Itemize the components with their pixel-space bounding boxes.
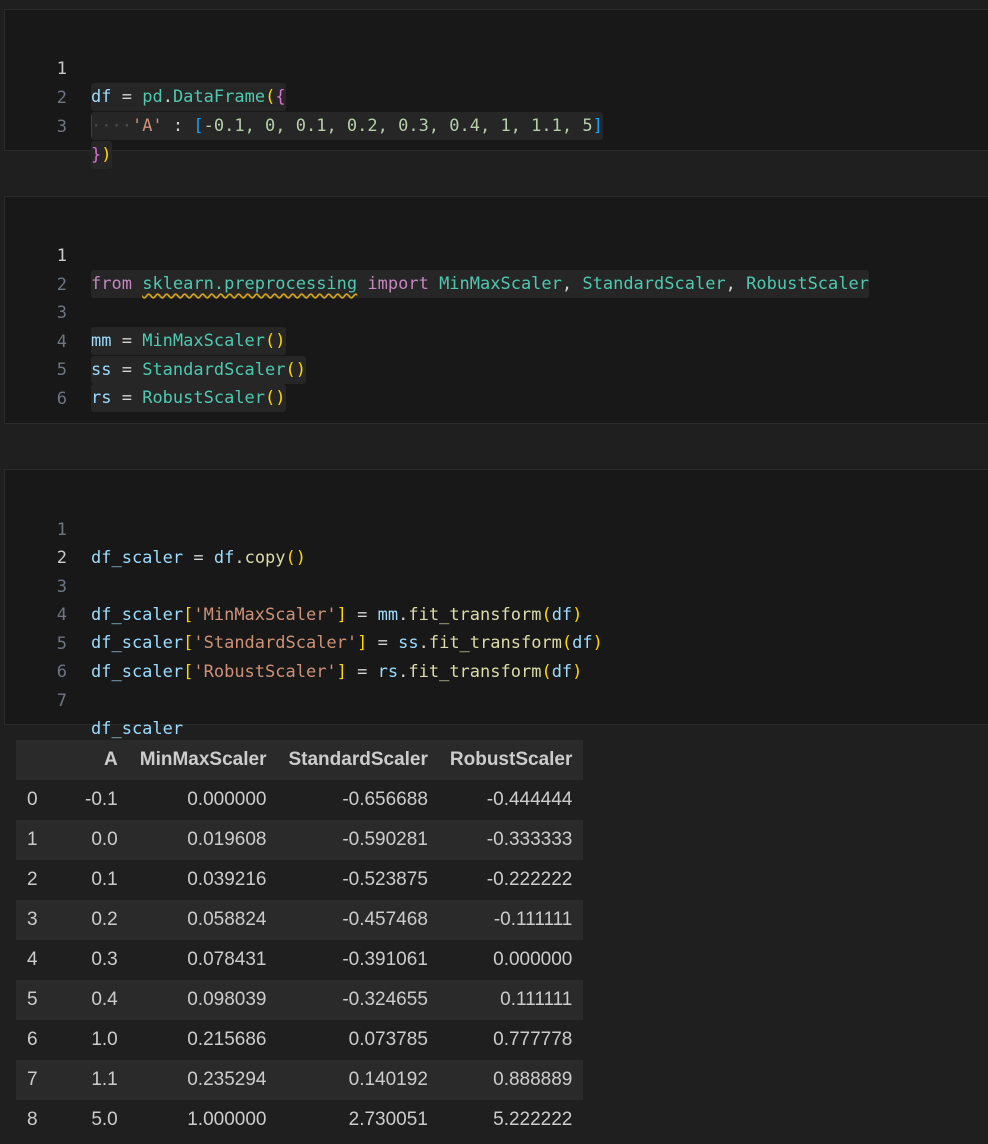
table-cell: -0.523875 (342, 869, 428, 890)
table-cell: 0.888889 (493, 1069, 573, 1090)
table-cell: 0.111111 (500, 989, 573, 1010)
table-cell: 0.0 (91, 829, 118, 850)
table-row: 6 1.0 0.215686 0.073785 0.777778 (16, 1020, 584, 1060)
table-cell: 1.0 (91, 1029, 118, 1050)
table-row: 5 0.4 0.098039 -0.324655 0.111111 (16, 980, 584, 1020)
table-cell: 0.098039 (187, 989, 267, 1010)
table-row: 7 1.1 0.235294 0.140192 0.888889 (16, 1060, 584, 1100)
table-cell: 0.215686 (187, 1029, 267, 1050)
code-line: 5 rs = RobustScaler() (5, 328, 286, 412)
table-cell: -0.457468 (342, 909, 428, 930)
table-cell: 1.000000 (187, 1109, 267, 1130)
code-cell-1[interactable]: 1 df = pd.DataFrame({ 2 ····'A' : [-0.1,… (4, 9, 988, 169)
code-line: 5 df_scaler['RobustScaler'] = rs.fit_tra… (5, 602, 583, 682)
table-cell: 0.000000 (493, 949, 573, 970)
table-row: 8 5.0 1.000000 2.730051 5.222222 (16, 1100, 584, 1140)
table-cell: 0.2 (91, 909, 118, 930)
row-index: 4 (27, 949, 38, 970)
code-line: 4 df_scaler['StandardScaler'] = ss.fit_t… (5, 573, 603, 653)
code-line: 1 df = pd.DataFrame({ (5, 27, 286, 111)
dataframe-output: A MinMaxScaler StandardScaler RobustScal… (16, 740, 584, 1140)
table-cell: 0.078431 (187, 949, 267, 970)
table-cell: 0.039216 (187, 869, 267, 890)
row-index: 0 (27, 789, 38, 810)
code-line: 1 df_scaler = df.copy() (5, 488, 306, 568)
row-index: 3 (27, 909, 38, 930)
table-cell: 0.3 (91, 949, 118, 970)
table-row: 2 0.1 0.039216 -0.523875 -0.222222 (16, 860, 584, 900)
line-number: 7 (56, 691, 67, 711)
table-cell: 5.222222 (493, 1109, 573, 1130)
table-cell: 0.777778 (493, 1029, 573, 1050)
table-cell: 0.000000 (187, 789, 267, 810)
table-row: 4 0.3 0.078431 -0.391061 0.000000 (16, 940, 584, 980)
index-header (16, 740, 74, 780)
table-row: 1 0.0 0.019608 -0.590281 -0.333333 (16, 820, 584, 860)
code-line: 2 (5, 243, 67, 295)
table-header-row: A MinMaxScaler StandardScaler RobustScal… (16, 740, 584, 780)
code-line: 1 from sklearn.preprocessing import MinM… (5, 214, 869, 298)
line-number: 6 (56, 389, 67, 409)
table-cell: 1.1 (91, 1069, 118, 1090)
table-cell: 0.140192 (348, 1069, 428, 1090)
table-cell: -0.222222 (486, 869, 573, 890)
table-cell: 0.073785 (348, 1029, 428, 1050)
code-line: 2 ····'A' : [-0.1, 0, 0.1, 0.2, 0.3, 0.4… (5, 56, 603, 140)
row-index: 5 (27, 989, 38, 1010)
table-cell: -0.444444 (486, 789, 573, 810)
column-header: A (104, 749, 118, 770)
code-line: 3 df_scaler['MinMaxScaler'] = mm.fit_tra… (5, 545, 583, 625)
table-cell: -0.333333 (486, 829, 573, 850)
table-cell: -0.391061 (342, 949, 428, 970)
code-line: 6 (5, 357, 67, 409)
table-cell: 2.730051 (348, 1109, 428, 1130)
code-line: 3 mm = MinMaxScaler() (5, 271, 286, 355)
line-number: 3 (56, 117, 67, 137)
column-header: StandardScaler (288, 749, 428, 770)
table-cell: 0.235294 (187, 1069, 267, 1090)
column-header: RobustScaler (449, 749, 573, 770)
table-cell: 5.0 (91, 1109, 118, 1130)
table-row: 0 -0.1 0.000000 -0.656688 -0.444444 (16, 780, 584, 820)
table-cell: 0.019608 (187, 829, 267, 850)
code-line: 4 ss = StandardScaler() (5, 300, 306, 384)
code-line: 2 (5, 516, 67, 568)
row-index: 8 (27, 1109, 38, 1130)
code-line: 7 df_scaler (5, 659, 183, 739)
table-cell: -0.656688 (342, 789, 428, 810)
column-header: MinMaxScaler (139, 749, 267, 770)
table-cell: 0.4 (91, 989, 118, 1010)
code-cell-2[interactable]: 1 from sklearn.preprocessing import MinM… (4, 196, 988, 424)
code-cell-3[interactable]: 1 df_scaler = df.copy() 2 3 df_scaler['M… (4, 469, 988, 739)
table-cell: -0.1 (85, 789, 118, 810)
row-index: 6 (27, 1029, 38, 1050)
code-line: 3 }) (5, 85, 112, 169)
row-index: 1 (27, 829, 38, 850)
table-cell: 0.1 (91, 869, 118, 890)
row-index: 2 (27, 869, 38, 890)
row-index: 7 (27, 1069, 38, 1090)
table-cell: -0.324655 (342, 989, 428, 1010)
table-cell: -0.590281 (342, 829, 428, 850)
table-cell: -0.111111 (493, 909, 573, 930)
table-cell: 0.058824 (187, 909, 267, 930)
code-line: 6 (5, 630, 67, 682)
table-row: 3 0.2 0.058824 -0.457468 -0.111111 (16, 900, 584, 940)
